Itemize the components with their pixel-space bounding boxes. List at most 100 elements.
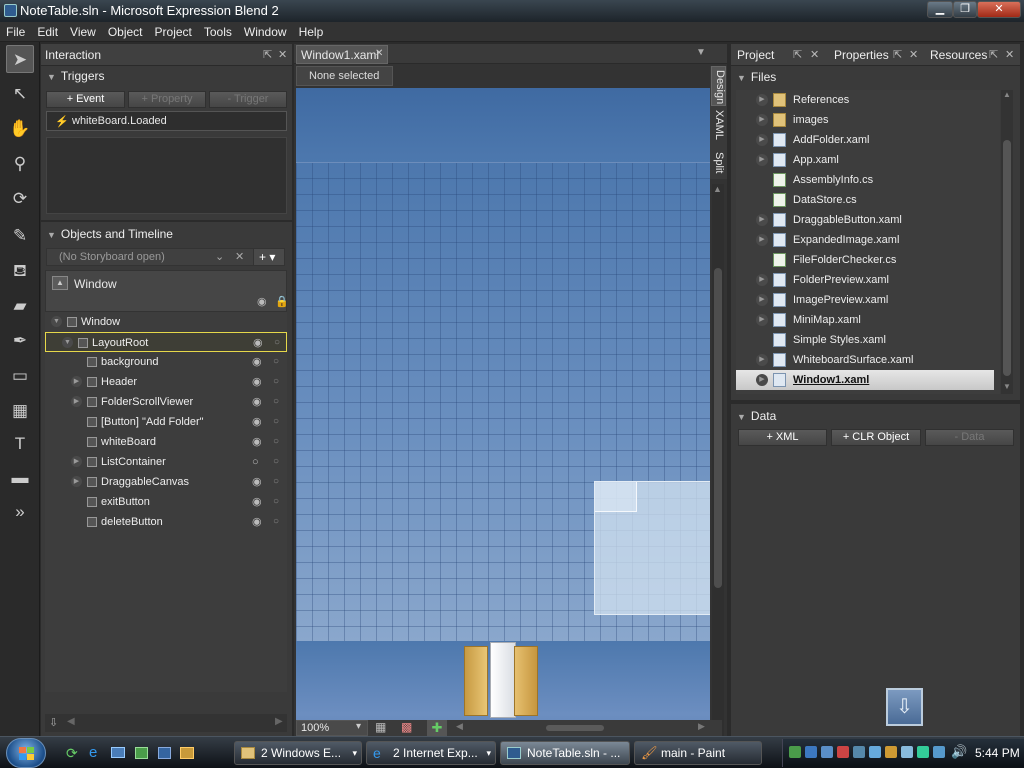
file-item[interactable]: ▶ AddFolder.xaml [736, 130, 996, 150]
expand-toggle-icon[interactable]: ▶ [756, 274, 768, 286]
pen-tool-icon[interactable]: ✒ [6, 327, 34, 355]
design-canvas[interactable] [296, 88, 710, 763]
scroll-left-icon[interactable]: ◀ [67, 716, 75, 727]
lock-toggle-icon[interactable]: ○ [273, 352, 279, 372]
design-view-tab[interactable]: Design [711, 66, 726, 106]
tray-messenger-icon[interactable] [869, 746, 881, 758]
resources-tab[interactable]: Resources [930, 44, 987, 66]
tab-dropdown-icon[interactable]: ▼ [696, 47, 706, 58]
expand-toggle-icon[interactable]: ▶ [756, 214, 768, 226]
menu-object[interactable]: Object [102, 22, 149, 42]
tray-security-icon[interactable] [837, 746, 849, 758]
expand-toggle-icon[interactable]: ▼ [62, 337, 73, 348]
lock-toggle-icon[interactable]: ○ [273, 472, 279, 492]
quicklaunch-window-icon[interactable] [158, 747, 171, 759]
chevron-down-icon[interactable]: ▾ [356, 721, 361, 732]
add-xml-button[interactable]: + XML [738, 429, 827, 446]
tree-row[interactable]: ▶ Header ◉ ○ [45, 372, 287, 392]
file-item[interactable]: ▶ ExpandedImage.xaml [736, 230, 996, 250]
tree-row[interactable]: [Button] "Add Folder" ◉ ○ [45, 412, 287, 432]
lock-icon[interactable]: 🔒 [275, 295, 289, 308]
visibility-eye-icon[interactable]: ◉ [252, 512, 262, 532]
taskbar-item-paint[interactable]: 🖌 main - Paint [634, 741, 762, 765]
vertical-scrollbar[interactable]: ▲ [712, 184, 724, 764]
down-arrow-icon[interactable]: ⇩ [49, 716, 58, 729]
new-storyboard-button[interactable]: + ▾ [253, 248, 285, 266]
tree-row[interactable]: ▶ DraggableCanvas ◉ ○ [45, 472, 287, 492]
quicklaunch-desktop-icon[interactable] [111, 747, 125, 758]
file-item[interactable]: ▶ References [736, 90, 996, 110]
remove-data-button[interactable]: - Data [925, 429, 1014, 446]
triggers-header[interactable]: ▼ Triggers [41, 66, 292, 86]
file-item[interactable]: DataStore.cs [736, 190, 996, 210]
expand-toggle-icon[interactable]: ▶ [71, 376, 82, 387]
pan-tool-icon[interactable]: ✋ [6, 115, 34, 143]
expand-toggle-icon[interactable]: ▶ [756, 134, 768, 146]
tray-network-icon[interactable] [805, 746, 817, 758]
lock-toggle-icon[interactable]: ○ [273, 412, 279, 432]
zoom-combo[interactable]: 100% ▾ [296, 720, 368, 736]
scroll-thumb[interactable] [1003, 140, 1011, 376]
visibility-eye-icon[interactable]: ◉ [252, 412, 262, 432]
show-grid-icon[interactable]: ▩ [401, 720, 412, 734]
text-tool-icon[interactable]: T [6, 430, 34, 458]
maximize-button[interactable]: ❐ [953, 1, 977, 18]
close-tab-icon[interactable]: ✕ [375, 48, 383, 59]
document-tab[interactable]: Window1.xaml ✕ [296, 45, 388, 64]
zoom-tool-icon[interactable]: ⚲ [6, 150, 34, 178]
add-event-button[interactable]: + Event [46, 91, 125, 108]
expand-toggle-icon[interactable]: ▼ [51, 316, 62, 327]
properties-tab[interactable]: Properties [834, 44, 889, 66]
visibility-eye-icon[interactable]: ◉ [252, 472, 262, 492]
file-item[interactable]: ▶ WhiteboardSurface.xaml [736, 350, 996, 370]
scope-up-icon[interactable]: ▲ [52, 276, 68, 290]
scroll-up-icon[interactable]: ▲ [713, 184, 722, 194]
asset-library-icon[interactable]: » [6, 498, 34, 526]
file-item[interactable]: AssemblyInfo.cs [736, 170, 996, 190]
download-arrow-icon[interactable]: ⇩ [886, 688, 923, 726]
tray-power-icon[interactable] [885, 746, 897, 758]
visibility-eye-icon[interactable]: ◉ [252, 392, 262, 412]
pin-icon[interactable]: ⇱ [893, 44, 902, 66]
file-item[interactable]: ▶ images [736, 110, 996, 130]
visibility-eye-icon[interactable]: ◉ [252, 352, 262, 372]
objects-header[interactable]: ▼ Objects and Timeline [41, 224, 292, 244]
taskbar-item-windows-explorer[interactable]: 2 Windows E... ▾ [234, 741, 362, 765]
file-item[interactable]: ▶ App.xaml [736, 150, 996, 170]
volume-icon[interactable]: 🔊 [951, 744, 967, 760]
visibility-eye-icon[interactable]: ◉ [253, 333, 263, 353]
tree-row[interactable]: exitButton ◉ ○ [45, 492, 287, 512]
file-item[interactable]: ▶ MiniMap.xaml [736, 310, 996, 330]
lock-toggle-icon[interactable]: ○ [273, 492, 279, 512]
storyboard-picker[interactable]: (No Storyboard open) ⌄ ✕ [46, 248, 254, 266]
tray-chat-icon[interactable] [821, 746, 833, 758]
snap-grid-icon[interactable]: ▦ [375, 720, 386, 734]
trigger-item[interactable]: ⚡ whiteBoard.Loaded [46, 111, 287, 131]
tray-update-icon[interactable] [853, 746, 865, 758]
clock[interactable]: 5:44 PM [975, 746, 1020, 760]
tree-row[interactable]: ▶ ListContainer ○ ○ [45, 452, 287, 472]
quicklaunch-sync-icon[interactable]: ⟳ [66, 745, 78, 762]
tree-row[interactable]: whiteBoard ◉ ○ [45, 432, 287, 452]
project-tab[interactable]: Project [737, 44, 774, 66]
menu-help[interactable]: Help [293, 22, 330, 42]
add-clr-object-button[interactable]: + CLR Object [831, 429, 921, 446]
file-item[interactable]: FileFolderChecker.cs [736, 250, 996, 270]
rectangle-tool-icon[interactable]: ▭ [6, 362, 34, 390]
chevron-down-icon[interactable]: ⌄ [215, 250, 224, 263]
tree-row[interactable]: ▶ FolderScrollViewer ◉ ○ [45, 392, 287, 412]
scroll-up-icon[interactable]: ▲ [1003, 90, 1011, 99]
split-view-tab[interactable]: Split [713, 152, 725, 173]
minimize-button[interactable]: ▁ [927, 1, 953, 18]
tree-row[interactable]: ▼ Window [45, 312, 287, 332]
lock-toggle-icon[interactable]: ○ [273, 392, 279, 412]
expand-toggle-icon[interactable]: ▶ [756, 374, 768, 386]
scroll-right-icon[interactable]: ▶ [275, 716, 283, 727]
close-panel-icon[interactable]: ✕ [1005, 44, 1014, 66]
menu-file[interactable]: File [0, 22, 31, 42]
expand-toggle-icon[interactable]: ▶ [756, 294, 768, 306]
expand-toggle-icon[interactable]: ▶ [756, 234, 768, 246]
quicklaunch-folder-icon[interactable] [180, 747, 194, 759]
grid-tool-icon[interactable]: ▦ [6, 397, 34, 425]
folder-icon[interactable] [464, 642, 538, 722]
